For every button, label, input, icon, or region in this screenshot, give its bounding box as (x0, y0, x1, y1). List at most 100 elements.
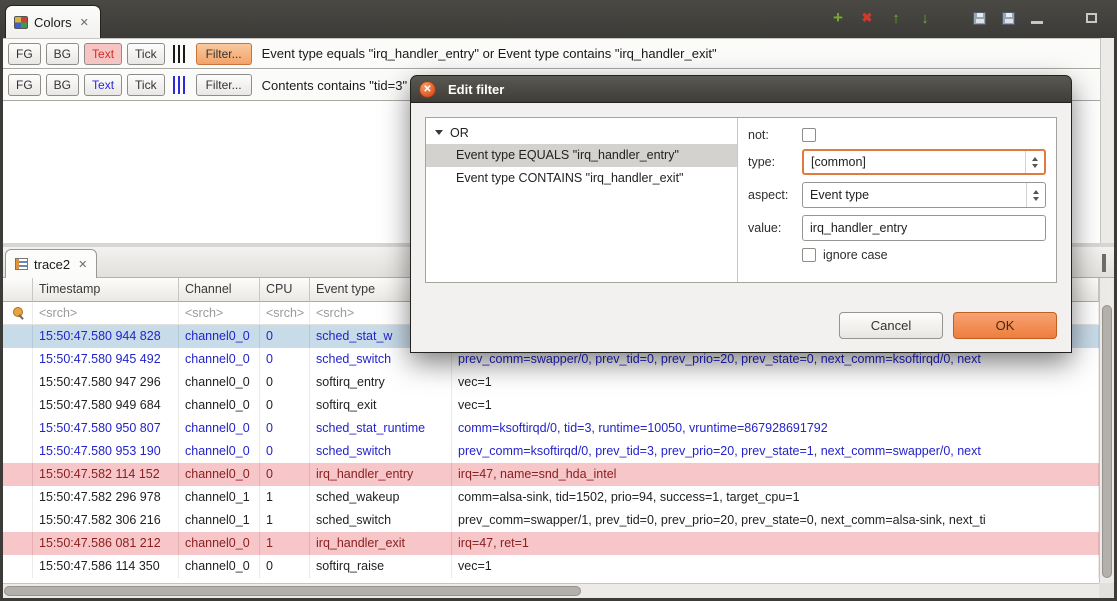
cell-event_type: softirq_exit (310, 394, 452, 417)
row-header-cell (3, 463, 33, 486)
maximize-trace-view-icon[interactable] (1102, 256, 1106, 270)
horizontal-scrollbar[interactable] (3, 583, 1099, 598)
table-row[interactable]: 15:50:47.586 114 350channel0_00softirq_r… (3, 555, 1099, 578)
minimize-view-icon[interactable] (1027, 8, 1047, 28)
cell-cpu: 1 (260, 532, 310, 555)
value-label: value: (748, 221, 802, 235)
cell-contents: comm=ksoftirqd/0, tid=3, runtime=10050, … (452, 417, 1099, 440)
events-table-icon (15, 258, 28, 270)
search-pin-cell[interactable] (3, 302, 33, 325)
filter-description: Event type equals "irq_handler_entry" or… (262, 46, 717, 61)
filter-edit-form: not: type: [common] aspect: Event type (738, 118, 1056, 282)
cell-cpu: 1 (260, 486, 310, 509)
aspect-combo[interactable]: Event type (802, 182, 1046, 208)
cell-channel: channel0_0 (179, 555, 260, 578)
cell-channel: channel0_0 (179, 325, 260, 348)
cell-channel: channel0_1 (179, 509, 260, 532)
fg-button[interactable]: FG (8, 43, 41, 65)
tick-marks-icon (173, 76, 188, 94)
search-cell[interactable]: <srch> (260, 302, 310, 325)
dialog-close-icon[interactable]: ✕ (419, 81, 436, 98)
cell-timestamp: 15:50:47.580 944 828 (33, 325, 179, 348)
cell-contents: comm=alsa-sink, tid=1502, prio=94, succe… (452, 486, 1099, 509)
table-row[interactable]: 15:50:47.580 953 190channel0_00sched_swi… (3, 440, 1099, 463)
filter-button[interactable]: Filter... (196, 74, 252, 96)
column-header-timestamp[interactable]: Timestamp (33, 278, 179, 302)
cell-contents: prev_comm=ksoftirqd/0, prev_tid=3, prev_… (452, 440, 1099, 463)
dialog-content: OR Event type EQUALS "irq_handler_entry"… (425, 117, 1057, 283)
combo-spinner-icon[interactable] (1026, 183, 1045, 207)
cell-cpu: 0 (260, 325, 310, 348)
row-header-cell (3, 486, 33, 509)
cell-channel: channel0_0 (179, 440, 260, 463)
not-checkbox[interactable] (802, 128, 816, 142)
tick-button[interactable]: Tick (127, 43, 165, 65)
type-combo[interactable]: [common] (802, 149, 1046, 175)
filter-button[interactable]: Filter... (196, 43, 252, 65)
colors-view-icon (14, 16, 28, 29)
column-header-cpu[interactable]: CPU (260, 278, 310, 302)
cell-cpu: 0 (260, 555, 310, 578)
cancel-button[interactable]: Cancel (839, 312, 943, 339)
cell-contents: irq=47, name=snd_hda_intel (452, 463, 1099, 486)
cell-contents: vec=1 (452, 371, 1099, 394)
tab-colors-close-icon[interactable]: ✕ (80, 16, 89, 29)
cell-event_type: sched_wakeup (310, 486, 452, 509)
cell-contents: prev_comm=swapper/1, prev_tid=0, prev_pr… (452, 509, 1099, 532)
tab-trace2[interactable]: trace2 ✕ (5, 249, 97, 278)
cell-channel: channel0_0 (179, 348, 260, 371)
ignore-case-checkbox[interactable] (802, 248, 816, 262)
filter-tree-node[interactable]: Event type EQUALS "irq_handler_entry" (426, 144, 737, 167)
trace-table-body: 15:50:47.580 944 828channel0_00sched_sta… (3, 325, 1099, 578)
search-cell[interactable]: <srch> (33, 302, 179, 325)
dialog-titlebar[interactable]: ✕ Edit filter (410, 75, 1072, 103)
move-down-icon[interactable]: ↓ (915, 8, 935, 28)
table-row[interactable]: 15:50:47.580 950 807channel0_00sched_sta… (3, 417, 1099, 440)
color-setting-row[interactable]: FG BG Text Tick Filter... Event type equ… (3, 38, 1100, 69)
cell-contents: irq=47, ret=1 (452, 532, 1099, 555)
tick-button[interactable]: Tick (127, 74, 165, 96)
value-input[interactable]: irq_handler_entry (802, 215, 1046, 241)
fg-button[interactable]: FG (8, 74, 41, 96)
bg-button[interactable]: BG (46, 74, 79, 96)
cell-cpu: 0 (260, 348, 310, 371)
combo-spinner-icon[interactable] (1025, 151, 1044, 173)
import-colors-icon[interactable] (998, 8, 1018, 28)
table-row[interactable]: 15:50:47.582 296 978channel0_11sched_wak… (3, 486, 1099, 509)
filter-tree-root[interactable]: OR (426, 121, 737, 144)
table-row[interactable]: 15:50:47.580 949 684channel0_00softirq_e… (3, 394, 1099, 417)
maximize-view-icon[interactable] (1081, 8, 1101, 28)
tab-colors[interactable]: Colors ✕ (5, 5, 101, 38)
horizontal-scrollbar-thumb[interactable] (4, 586, 581, 596)
colors-scrollbar[interactable] (1100, 38, 1114, 243)
move-up-icon[interactable]: ↑ (886, 8, 906, 28)
bg-button[interactable]: BG (46, 43, 79, 65)
text-sample[interactable]: Text (84, 74, 122, 96)
search-cell[interactable]: <srch> (179, 302, 260, 325)
cell-channel: channel0_0 (179, 463, 260, 486)
text-sample[interactable]: Text (84, 43, 122, 65)
table-row[interactable]: 15:50:47.580 947 296channel0_00softirq_e… (3, 371, 1099, 394)
vertical-scrollbar[interactable] (1099, 278, 1114, 583)
ok-button[interactable]: OK (953, 312, 1057, 339)
delete-color-icon[interactable]: ✖ (857, 8, 877, 28)
cell-event_type: sched_stat_runtime (310, 417, 452, 440)
cell-channel: channel0_0 (179, 371, 260, 394)
filter-tree-node[interactable]: Event type CONTAINS "irq_handler_exit" (426, 167, 737, 190)
filter-description: Contents contains "tid=3" (262, 78, 407, 93)
table-row[interactable]: 15:50:47.582 114 152channel0_00irq_handl… (3, 463, 1099, 486)
export-colors-icon[interactable] (969, 8, 989, 28)
aspect-label: aspect: (748, 188, 802, 202)
cell-event_type: irq_handler_exit (310, 532, 452, 555)
dialog-buttons: Cancel OK (839, 312, 1057, 339)
vertical-scrollbar-thumb[interactable] (1102, 305, 1112, 578)
cell-timestamp: 15:50:47.580 950 807 (33, 417, 179, 440)
cell-cpu: 0 (260, 463, 310, 486)
expand-arrow-icon[interactable] (435, 130, 443, 135)
tab-trace2-label: trace2 (34, 257, 70, 272)
add-color-icon[interactable]: + (828, 8, 848, 28)
tab-trace2-close-icon[interactable]: ✕ (78, 258, 87, 271)
column-header-channel[interactable]: Channel (179, 278, 260, 302)
table-row[interactable]: 15:50:47.582 306 216channel0_11sched_swi… (3, 509, 1099, 532)
table-row[interactable]: 15:50:47.586 081 212channel0_01irq_handl… (3, 532, 1099, 555)
